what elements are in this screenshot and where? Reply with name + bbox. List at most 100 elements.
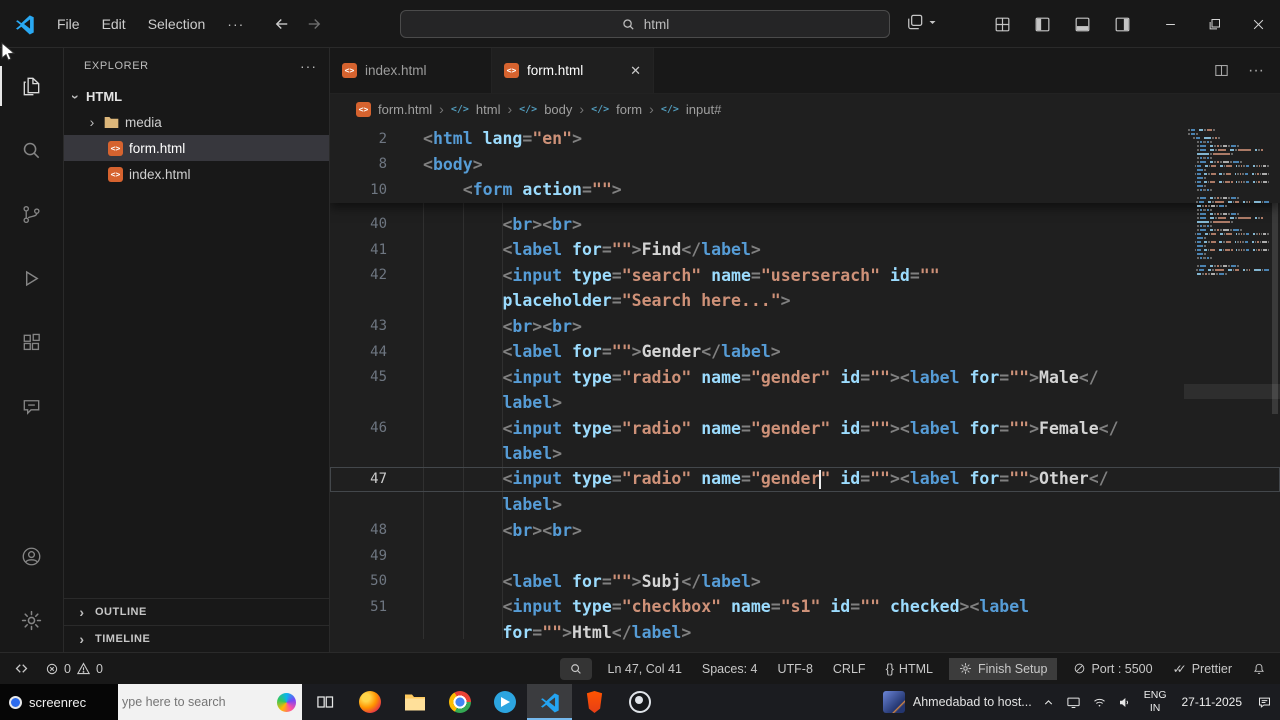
taskbar-clock[interactable]: 27-11-2025 xyxy=(1178,695,1247,709)
code-line-47[interactable]: 47 <input type="radio" name="gender" id=… xyxy=(330,467,1280,493)
volume-icon[interactable] xyxy=(1118,695,1133,710)
customize-layout-icon[interactable] xyxy=(993,15,1012,34)
extensions-icon[interactable] xyxy=(0,310,64,374)
chrome-icon[interactable] xyxy=(437,684,482,720)
minimize-button[interactable] xyxy=(1148,0,1192,48)
code-line-40[interactable]: 40 <br><br> xyxy=(330,212,1280,238)
code-line-46[interactable]: 46 <input type="radio" name="gender" id=… xyxy=(330,416,1280,442)
forward-icon[interactable] xyxy=(299,9,329,39)
line-number[interactable]: 8 xyxy=(330,156,387,172)
line-number[interactable]: 44 xyxy=(330,344,387,360)
file-explorer-icon[interactable] xyxy=(392,684,437,720)
source-control-icon[interactable] xyxy=(0,182,64,246)
hidden-icons-chevron[interactable] xyxy=(1042,696,1055,709)
breadcrumb-form[interactable]: form xyxy=(616,102,642,117)
code-line-48[interactable]: 48 <br><br> xyxy=(330,518,1280,544)
screenrec-watermark[interactable]: screenrec xyxy=(0,684,118,720)
menu-overflow[interactable]: ··· xyxy=(216,16,255,32)
code-line-44[interactable]: 44 <label for="">Gender</label> xyxy=(330,339,1280,365)
prettier-status[interactable]: ✓✓ Prettier xyxy=(1169,662,1236,676)
toggle-secondary-sidebar-icon[interactable] xyxy=(1113,15,1132,34)
split-editor-icon[interactable] xyxy=(1213,62,1230,79)
run-debug-icon[interactable] xyxy=(0,246,64,310)
code-line-8[interactable]: 8 <body> xyxy=(330,152,1280,178)
code-line-2[interactable]: 2 <html lang="en"> xyxy=(330,126,1280,152)
code-line-49[interactable]: 49 xyxy=(330,543,1280,569)
vscode-taskbar-icon[interactable] xyxy=(527,684,572,720)
indentation[interactable]: Spaces: 4 xyxy=(698,662,762,676)
notifications-bell-icon[interactable] xyxy=(1248,662,1270,676)
code-lines[interactable]: 40 <br><br> 41 <label for="">Find</label>… xyxy=(330,202,1280,646)
breadcrumb-file[interactable]: form.html xyxy=(378,102,432,117)
project-root-html[interactable]: › HTML xyxy=(64,84,329,109)
problems-indicator[interactable]: 0 0 xyxy=(41,661,107,676)
code-line-10[interactable]: 10 <form action=""> xyxy=(330,177,1280,203)
editor[interactable]: 2 <html lang="en"> 8 <body> 10 <form action=… xyxy=(330,124,1280,652)
code-line-wrap[interactable]: label> xyxy=(330,441,1280,467)
close-button[interactable] xyxy=(1236,0,1280,48)
code-line-wrap[interactable]: for="">Html</label> xyxy=(330,620,1280,646)
code-line-43[interactable]: 43 <br><br> xyxy=(330,314,1280,340)
toggle-panel-icon[interactable] xyxy=(1073,15,1092,34)
line-number[interactable]: 40 xyxy=(330,216,387,232)
telegram-icon[interactable] xyxy=(482,684,527,720)
code-line-51[interactable]: 51 <input type="checkbox" name="s1" id="… xyxy=(330,594,1280,620)
brave-icon[interactable] xyxy=(572,684,617,720)
live-server-port[interactable]: Port : 5500 xyxy=(1069,662,1156,676)
search-sidebar-icon[interactable] xyxy=(0,118,64,182)
news-widget[interactable]: Ahmedabad to host... xyxy=(882,691,1042,713)
minimap[interactable] xyxy=(1184,124,1280,652)
line-number[interactable]: 41 xyxy=(330,242,387,258)
menu-edit[interactable]: Edit xyxy=(91,16,137,32)
menu-file[interactable]: File xyxy=(46,16,91,32)
toggle-sidebar-icon[interactable] xyxy=(1033,15,1052,34)
code-line-wrap[interactable]: label> xyxy=(330,390,1280,416)
breadcrumb-input[interactable]: input# xyxy=(686,102,721,117)
language-mode[interactable]: {} HTML xyxy=(882,662,937,676)
wifi-icon[interactable] xyxy=(1092,695,1107,710)
screencast-dropdown-icon[interactable] xyxy=(905,12,937,32)
menu-selection[interactable]: Selection xyxy=(137,16,217,32)
code-line-45[interactable]: 45 <input type="radio" name="gender" id=… xyxy=(330,365,1280,391)
line-number[interactable]: 10 xyxy=(330,182,387,198)
windows-search-box[interactable] xyxy=(118,684,302,720)
remote-indicator-icon[interactable] xyxy=(10,661,33,676)
encoding[interactable]: UTF-8 xyxy=(773,662,816,676)
line-number[interactable]: 43 xyxy=(330,318,387,334)
back-icon[interactable] xyxy=(267,9,297,39)
line-number[interactable]: 47 xyxy=(330,471,387,487)
line-number[interactable]: 51 xyxy=(330,599,387,615)
windows-search-input[interactable] xyxy=(122,695,262,709)
tab-form-html[interactable]: <> form.html ✕ xyxy=(492,48,654,93)
line-number[interactable]: 46 xyxy=(330,420,387,436)
obs-icon[interactable] xyxy=(617,684,662,720)
code-line-41[interactable]: 41 <label for="">Find</label> xyxy=(330,237,1280,263)
account-icon[interactable] xyxy=(0,524,64,588)
line-number[interactable]: 45 xyxy=(330,369,387,385)
tab-index-html[interactable]: <> index.html xyxy=(330,48,492,93)
language-indicator[interactable]: ENG IN xyxy=(1144,689,1167,714)
timeline-section[interactable]: › TIMELINE xyxy=(64,625,329,652)
line-number[interactable]: 2 xyxy=(330,131,387,147)
sidebar-item-media[interactable]: › media xyxy=(64,109,329,135)
line-number[interactable]: 48 xyxy=(330,522,387,538)
cursor-position[interactable]: Ln 47, Col 41 xyxy=(604,662,686,676)
code-line-wrap[interactable]: placeholder="Search here..."> xyxy=(330,288,1280,314)
breadcrumb-body[interactable]: body xyxy=(544,102,572,117)
eol-sequence[interactable]: CRLF xyxy=(829,662,870,676)
tab-close-icon[interactable]: ✕ xyxy=(630,63,641,79)
firefox-icon[interactable] xyxy=(347,684,392,720)
sticky-lines[interactable]: 2 <html lang="en"> 8 <body> 10 <form action=… xyxy=(330,124,1280,203)
display-icon[interactable] xyxy=(1066,695,1081,710)
task-view-icon[interactable] xyxy=(302,684,347,720)
code-line-42[interactable]: 42 <input type="search" name="userserach… xyxy=(330,263,1280,289)
sidebar-more-icon[interactable]: ··· xyxy=(300,58,317,74)
settings-gear-icon[interactable] xyxy=(0,588,64,652)
sidebar-item-form-html[interactable]: <> form.html xyxy=(64,135,329,161)
editor-more-icon[interactable]: ··· xyxy=(1248,62,1264,80)
sidebar-item-index-html[interactable]: <> index.html xyxy=(64,161,329,187)
code-line-50[interactable]: 50 <label for="">Subj</label> xyxy=(330,569,1280,595)
restore-button[interactable] xyxy=(1192,0,1236,48)
finish-setup-button[interactable]: Finish Setup xyxy=(948,657,1058,680)
line-number[interactable]: 50 xyxy=(330,573,387,589)
